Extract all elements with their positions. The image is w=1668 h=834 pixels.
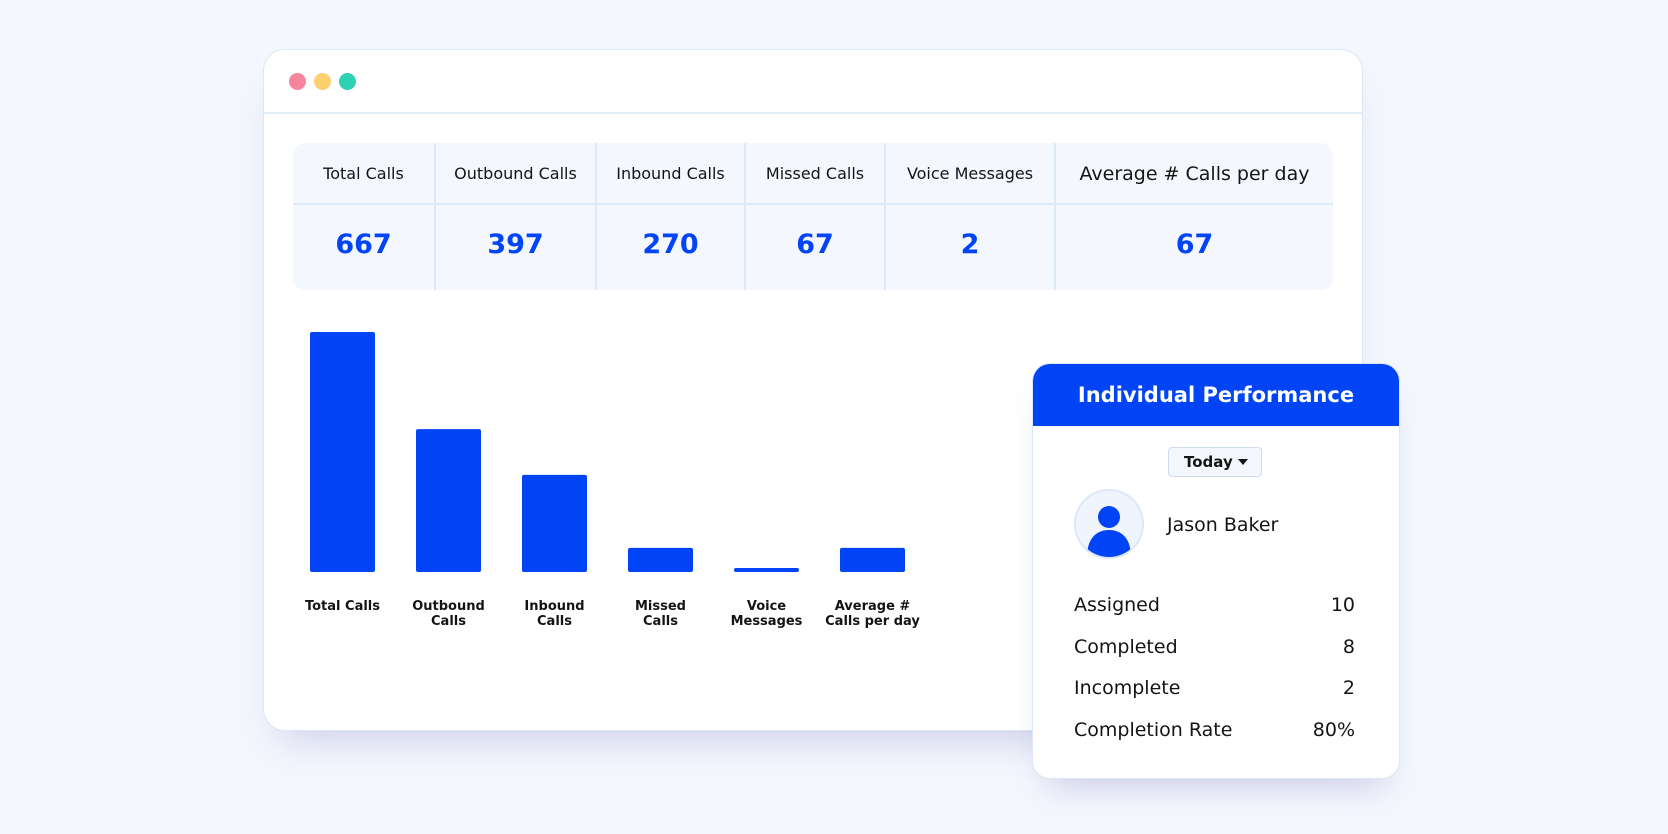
period-dropdown-value: Today [1184,453,1233,471]
period-dropdown[interactable]: Today [1168,447,1262,477]
card-title: Individual Performance [1033,364,1399,426]
bar-label-3-line-1: Calls [643,614,678,629]
metric-label-incomplete: Incomplete [1074,677,1181,699]
bar-label-2-line-0: Inbound [524,599,584,614]
avatar [1074,489,1144,559]
stat-label: Average # Calls per day [1056,143,1333,205]
stat-value: 67 [1175,229,1214,260]
user-icon [1087,506,1131,557]
bar-1 [416,429,481,572]
metric-value-completion-rate: 80% [1312,719,1355,741]
caret-down-icon [1238,459,1248,465]
bar-label-5-line-1: Calls per day [825,614,920,629]
metric-value-assigned: 10 [1330,594,1355,616]
bar-label-2-line-1: Calls [537,614,572,629]
bar-label-4-line-0: Voice [747,599,786,614]
metric-value-completed: 8 [1342,636,1355,658]
bar-chart: Total Calls OutboundCallsInboundCallsMiss… [305,332,920,629]
individual-performance-card: Individual Performance Today Jason Baker… [1032,363,1400,779]
metric-value-incomplete: 2 [1342,677,1355,699]
metric-label-completion-rate: Completion Rate [1074,719,1233,741]
bar-label-1-line-0: Outbound [412,599,485,614]
bar-label-0-line-0: Total Calls [305,599,380,614]
bar-0 [310,332,375,572]
metric-label-completed: Completed [1074,636,1178,658]
bar-2 [522,474,587,572]
bar-label-4-line-1: Messages [731,614,803,629]
metric-label-assigned: Assigned [1074,594,1160,616]
bar-label-1-line-1: Calls [431,614,466,629]
bar-3 [628,547,693,572]
bar-label-3-line-0: Missed [635,599,686,614]
person-name: Jason Baker [1167,514,1279,536]
stat-average-calls-per-day: Average # Calls per day 67 [1056,143,1333,290]
bar-4 [734,568,799,572]
bar-5 [840,547,905,572]
bar-label-5-line-0: Average # [835,599,911,614]
